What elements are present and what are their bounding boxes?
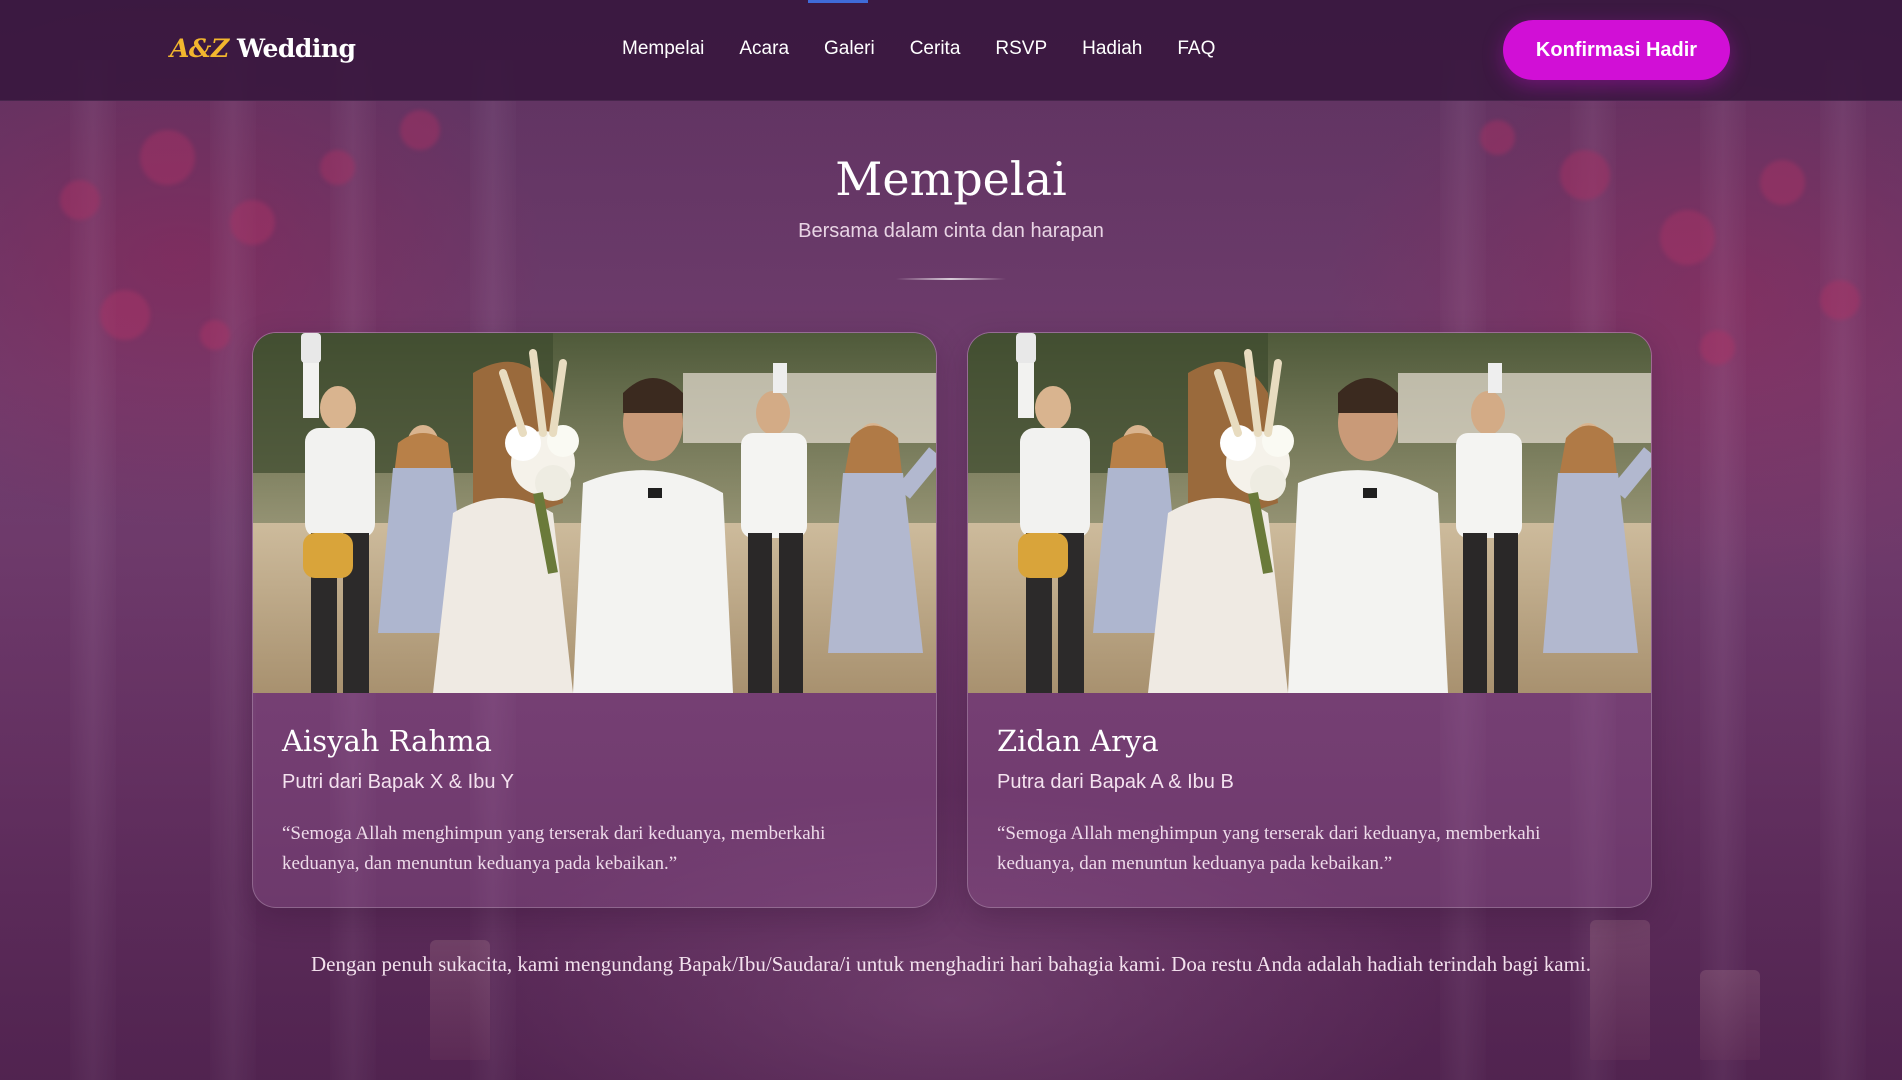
- groom-quote: “Semoga Allah menghimpun yang terserak d…: [997, 823, 1541, 874]
- section-subtitle: Bersama dalam cinta dan harapan: [798, 220, 1104, 242]
- brand-logo[interactable]: A&Z Wedding: [170, 34, 356, 63]
- groom-photo: [968, 333, 1651, 693]
- nav-link-galeri[interactable]: Galeri: [824, 38, 875, 60]
- bride-card: Aisyah Rahma Putri dari Bapak X & Ibu Y …: [252, 332, 937, 908]
- section-divider: [896, 278, 1006, 280]
- bride-quote: “Semoga Allah menghimpun yang terserak d…: [282, 823, 826, 874]
- bride-photo: [253, 333, 936, 693]
- bride-name: Aisyah Rahma: [282, 724, 492, 758]
- brand-monogram: A&Z: [170, 34, 229, 63]
- section-title: Mempelai: [835, 152, 1067, 206]
- nav-active-indicator: [808, 0, 868, 3]
- nav-link-acara[interactable]: Acara: [739, 38, 789, 60]
- nav-link-mempelai[interactable]: Mempelai: [622, 38, 704, 60]
- groom-card: Zidan Arya Putra dari Bapak A & Ibu B “S…: [967, 332, 1652, 908]
- nav-link-faq[interactable]: FAQ: [1177, 38, 1215, 60]
- top-navbar: A&Z Wedding Mempelai Acara Galeri Cerita…: [0, 0, 1902, 101]
- invitation-closing-text: Dengan penuh sukacita, kami mengundang B…: [310, 952, 1592, 976]
- groom-name: Zidan Arya: [997, 724, 1159, 758]
- confirm-attendance-button[interactable]: Konfirmasi Hadir: [1503, 20, 1730, 80]
- nav-link-cerita[interactable]: Cerita: [910, 38, 961, 60]
- nav-links: Mempelai Acara Galeri Cerita RSVP Hadiah…: [622, 38, 1250, 60]
- groom-parents: Putra dari Bapak A & Ibu B: [997, 771, 1234, 793]
- bride-parents: Putri dari Bapak X & Ibu Y: [282, 771, 514, 793]
- nav-link-hadiah[interactable]: Hadiah: [1082, 38, 1142, 60]
- brand-word: Wedding: [236, 34, 356, 63]
- nav-link-rsvp[interactable]: RSVP: [995, 38, 1047, 60]
